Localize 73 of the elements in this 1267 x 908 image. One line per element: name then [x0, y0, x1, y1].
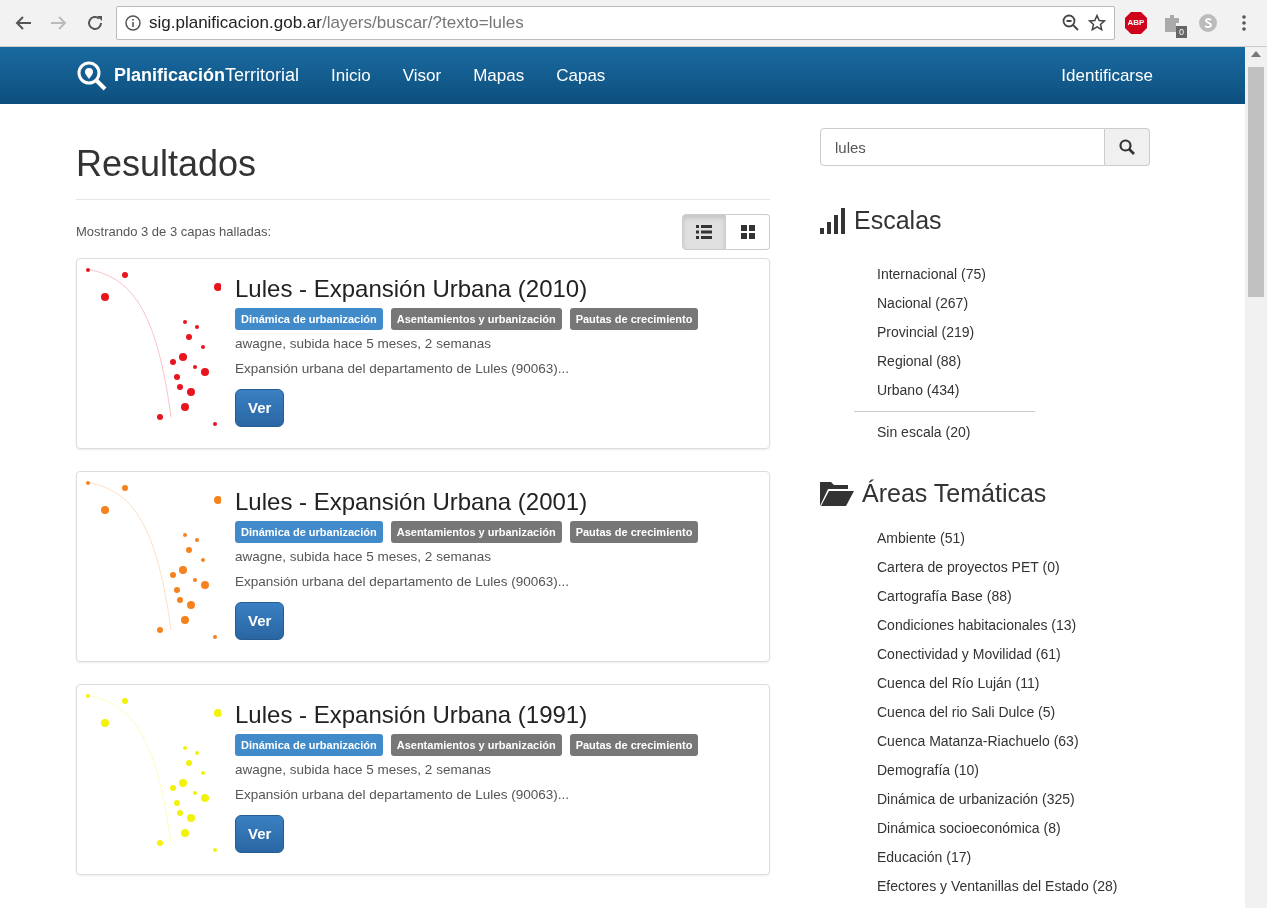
filter-link[interactable]: Educación (17) [877, 843, 1150, 872]
bar-chart-icon [820, 207, 846, 234]
tag[interactable]: Asentamientos y urbanización [390, 734, 562, 757]
extension-badge: 0 [1176, 26, 1187, 38]
result-description: Expansión urbana del departamento de Lules (90063)... [235, 785, 570, 804]
filter-link[interactable]: Demografía (10) [877, 756, 1150, 785]
filter-link[interactable]: Dinámica de urbanización (325) [877, 785, 1150, 814]
result-description: Expansión urbana del departamento de Lules (90063)... [235, 359, 570, 378]
section-heading: Áreas Temáticas [862, 477, 1047, 509]
filter-link[interactable]: Cartografía Base (88) [877, 582, 1150, 611]
search-icon [1119, 139, 1135, 155]
login-link[interactable]: Identificarse [1045, 62, 1153, 89]
magnifier-pin-icon [76, 60, 108, 91]
filter-link[interactable]: Efectores y Ventanillas del Estado (28) [877, 872, 1150, 901]
filter-link[interactable]: Urbano (434) [877, 375, 1150, 405]
tag[interactable]: Asentamientos y urbanización [390, 521, 562, 544]
filter-link[interactable]: Condiciones habitacionales (13) [877, 611, 1150, 640]
tag[interactable]: Pautas de crecimiento [569, 734, 699, 757]
result-title[interactable]: Lules - Expansión Urbana (1991) [235, 701, 707, 730]
tag[interactable]: Dinámica de urbanización [235, 734, 383, 757]
tag[interactable]: Pautas de crecimiento [569, 308, 699, 331]
view-button[interactable]: Ver [235, 602, 285, 641]
reload-icon[interactable] [86, 14, 104, 32]
filter-link[interactable]: Provincial (219) [877, 317, 1150, 347]
result-description: Expansión urbana del departamento de Lules (90063)... [235, 572, 570, 591]
filter-link[interactable]: Sin escala (20) [877, 417, 1150, 447]
grid-icon [740, 225, 755, 240]
filter-link[interactable]: Nacional (267) [877, 288, 1150, 318]
folder-icon [820, 480, 854, 507]
tag[interactable]: Dinámica de urbanización [235, 308, 383, 331]
tag[interactable]: Dinámica de urbanización [235, 521, 383, 544]
list-icon [696, 225, 712, 240]
filter-link[interactable]: Regional (88) [877, 346, 1150, 376]
filter-link[interactable]: Ambiente (51) [877, 524, 1150, 553]
back-icon[interactable] [14, 15, 32, 31]
url-text: sig.planificacion.gob.ar/layers/buscar/?texto=lules [149, 12, 525, 35]
filter-link[interactable]: Internacional (75) [877, 259, 1150, 289]
view-button[interactable]: Ver [235, 389, 285, 428]
nav-link[interactable]: Mapas [457, 62, 541, 89]
filter-link[interactable]: Cuenca del rio Sali Dulce (5) [877, 698, 1150, 727]
scroll-up-icon[interactable] [1251, 51, 1261, 57]
result-title[interactable]: Lules - Expansión Urbana (2001) [235, 488, 707, 517]
star-icon[interactable] [1088, 14, 1106, 32]
list-view-button[interactable] [682, 214, 726, 251]
filter-link[interactable]: Cuenca Matanza-Riachuelo (63) [877, 727, 1150, 756]
scrollbar-thumb[interactable] [1248, 67, 1264, 297]
menu-icon[interactable] [1242, 15, 1246, 31]
filter-link[interactable]: Cartera de proyectos PET (0) [877, 553, 1150, 582]
filter-link[interactable]: Dinámica socioeconómica (8) [877, 814, 1150, 843]
tag[interactable]: Asentamientos y urbanización [390, 308, 562, 331]
address-bar[interactable]: sig.planificacion.gob.ar/layers/buscar/?texto=lules [116, 6, 1115, 40]
section-heading: Escalas [854, 205, 942, 236]
grid-view-button[interactable] [726, 214, 770, 251]
result-meta: awagne, subida hace 5 meses, 2 semanas [235, 335, 492, 354]
zoom-out-icon[interactable] [1062, 14, 1080, 32]
results-summary: Mostrando 3 de 3 capas halladas: [76, 223, 272, 242]
search-field[interactable]: lules [820, 128, 1105, 166]
page-title: Resultados [76, 142, 770, 201]
nav-link[interactable]: Visor [386, 62, 458, 89]
brand-link[interactable]: PlanificaciónTerritorial [76, 60, 300, 91]
result-meta: awagne, subida hace 5 meses, 2 semanas [235, 548, 492, 567]
stop-sign-icon[interactable] [1124, 11, 1148, 35]
view-button[interactable]: Ver [235, 815, 285, 854]
info-icon [125, 15, 141, 31]
search-button[interactable] [1105, 128, 1150, 166]
filter-link[interactable]: Cuenca del Río Luján (11) [877, 669, 1150, 698]
tag[interactable]: Pautas de crecimiento [569, 521, 699, 544]
nav-link[interactable]: Inicio [315, 62, 387, 89]
result-title[interactable]: Lules - Expansión Urbana (2010) [235, 275, 707, 304]
extension-label: ABP [1127, 17, 1145, 29]
nav-link[interactable]: Capas [540, 62, 622, 89]
filter-link[interactable]: Conectividad y Movilidad (61) [877, 640, 1150, 669]
result-meta: awagne, subida hace 5 meses, 2 semanas [235, 761, 492, 780]
